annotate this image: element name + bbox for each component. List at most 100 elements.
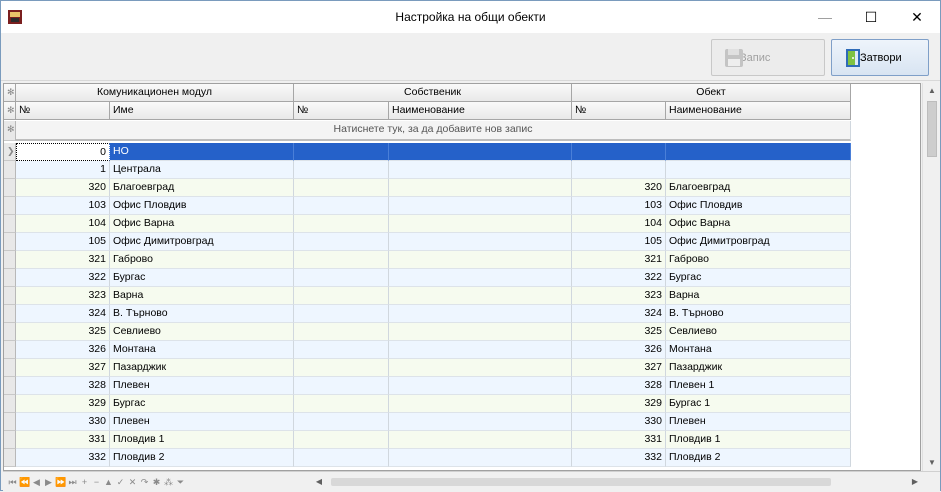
edit-icon[interactable]: ▲ [103, 475, 114, 489]
cell-owner-no[interactable] [294, 179, 389, 197]
cell-owner-no[interactable] [294, 269, 389, 287]
close-button[interactable]: Затвори [831, 39, 929, 76]
table-row[interactable]: 324 В. Търново 324 В. Търново [4, 305, 851, 323]
vertical-scrollbar[interactable]: ▲ ▼ [922, 83, 940, 471]
cell-owner-name[interactable] [389, 359, 572, 377]
prev-page-icon[interactable]: ⏪ [19, 475, 30, 489]
cell-module-no[interactable]: 326 [16, 341, 110, 359]
cell-owner-name[interactable] [389, 341, 572, 359]
last-page-icon[interactable]: ⏭ [67, 475, 78, 489]
row-indicator[interactable] [4, 305, 16, 323]
next-page-icon[interactable]: ⏩ [55, 475, 66, 489]
col-header-object-no[interactable]: № [572, 102, 666, 120]
cell-module-no[interactable]: 325 [16, 323, 110, 341]
cell-owner-name[interactable] [389, 179, 572, 197]
cell-owner-name[interactable] [389, 287, 572, 305]
band-object[interactable]: Обект [572, 84, 851, 102]
cell-object-name[interactable]: Плевен 1 [666, 377, 851, 395]
cell-owner-no[interactable] [294, 233, 389, 251]
save-button[interactable]: Запис [711, 39, 825, 76]
cell-owner-no[interactable] [294, 377, 389, 395]
cell-object-name[interactable] [666, 143, 851, 161]
cell-owner-no[interactable] [294, 449, 389, 467]
scroll-right-icon[interactable]: ▶ [907, 474, 923, 490]
cell-owner-no[interactable] [294, 251, 389, 269]
cell-object-no[interactable]: 327 [572, 359, 666, 377]
table-row[interactable]: 104 Офис Варна 104 Офис Варна [4, 215, 851, 233]
col-header-object-name[interactable]: Наименование [666, 102, 851, 120]
cell-module-no[interactable]: 323 [16, 287, 110, 305]
row-indicator[interactable] [4, 233, 16, 251]
cell-object-name[interactable]: Плевен [666, 413, 851, 431]
cell-owner-no[interactable] [294, 305, 389, 323]
row-indicator[interactable] [4, 197, 16, 215]
cell-owner-name[interactable] [389, 233, 572, 251]
vertical-scroll-thumb[interactable] [927, 101, 937, 157]
maximize-button[interactable]: ☐ [848, 1, 894, 33]
table-row[interactable]: 327 Пазарджик 327 Пазарджик [4, 359, 851, 377]
cell-module-name[interactable]: НО [110, 143, 294, 161]
cell-module-name[interactable]: Бургас [110, 395, 294, 413]
cell-object-name[interactable]: Варна [666, 287, 851, 305]
cell-object-name[interactable]: Офис Варна [666, 215, 851, 233]
row-indicator[interactable] [4, 431, 16, 449]
cell-owner-no[interactable] [294, 431, 389, 449]
refresh-icon[interactable]: ↷ [139, 475, 150, 489]
row-indicator[interactable] [4, 341, 16, 359]
cell-owner-no[interactable] [294, 341, 389, 359]
cell-module-no[interactable]: 332 [16, 449, 110, 467]
cell-object-name[interactable]: Габрово [666, 251, 851, 269]
cell-module-no[interactable]: 331 [16, 431, 110, 449]
cell-object-name[interactable]: Монтана [666, 341, 851, 359]
cell-module-name[interactable]: Пловдив 2 [110, 449, 294, 467]
next-record-icon[interactable]: ▶ [43, 475, 54, 489]
append-icon[interactable]: + [79, 475, 90, 489]
cell-module-no[interactable]: 330 [16, 413, 110, 431]
cell-owner-name[interactable] [389, 161, 572, 179]
cell-module-name[interactable]: Офис Пловдив [110, 197, 294, 215]
filter-icon[interactable]: ⏷ [175, 475, 186, 489]
cell-object-no[interactable]: 326 [572, 341, 666, 359]
cell-owner-name[interactable] [389, 413, 572, 431]
cell-object-no[interactable]: 103 [572, 197, 666, 215]
table-row[interactable]: 326 Монтана 326 Монтана [4, 341, 851, 359]
cell-owner-name[interactable] [389, 197, 572, 215]
cell-object-no[interactable]: 325 [572, 323, 666, 341]
band-owner[interactable]: Собственик [294, 84, 572, 102]
cell-object-no[interactable]: 330 [572, 413, 666, 431]
cell-owner-name[interactable] [389, 377, 572, 395]
cell-owner-no[interactable] [294, 359, 389, 377]
band-comm-module[interactable]: Комуникационен модул [16, 84, 294, 102]
row-indicator[interactable]: ❯ [4, 143, 16, 161]
cell-module-no[interactable]: 329 [16, 395, 110, 413]
cell-module-no[interactable]: 320 [16, 179, 110, 197]
cell-module-name[interactable]: В. Търново [110, 305, 294, 323]
table-row[interactable]: 1 Централа [4, 161, 851, 179]
close-window-button[interactable]: ✕ [894, 1, 940, 33]
table-row[interactable]: 331 Пловдив 1 331 Пловдив 1 [4, 431, 851, 449]
row-indicator[interactable] [4, 287, 16, 305]
cell-object-no[interactable] [572, 143, 666, 161]
cell-object-no[interactable]: 321 [572, 251, 666, 269]
prev-record-icon[interactable]: ◀ [31, 475, 42, 489]
cell-module-name[interactable]: Офис Варна [110, 215, 294, 233]
cell-module-name[interactable]: Пазарджик [110, 359, 294, 377]
table-row[interactable]: 322 Бургас 322 Бургас [4, 269, 851, 287]
cell-object-name[interactable]: Бургас [666, 269, 851, 287]
cell-object-name[interactable]: В. Търново [666, 305, 851, 323]
cell-object-no[interactable]: 104 [572, 215, 666, 233]
cell-object-name[interactable]: Пловдив 2 [666, 449, 851, 467]
cell-owner-no[interactable] [294, 143, 389, 161]
bookmark-icon[interactable]: ✱ [151, 475, 162, 489]
cell-owner-no[interactable] [294, 215, 389, 233]
cell-object-no[interactable]: 320 [572, 179, 666, 197]
col-header-module-no[interactable]: № [16, 102, 110, 120]
scroll-up-icon[interactable]: ▲ [923, 83, 941, 99]
col-header-module-name[interactable]: Име [110, 102, 294, 120]
cell-object-name[interactable]: Пазарджик [666, 359, 851, 377]
delete-icon[interactable]: − [91, 475, 102, 489]
cell-object-name[interactable]: Бургас 1 [666, 395, 851, 413]
cell-object-no[interactable]: 323 [572, 287, 666, 305]
cell-object-name[interactable]: Пловдив 1 [666, 431, 851, 449]
cell-module-no[interactable]: 328 [16, 377, 110, 395]
